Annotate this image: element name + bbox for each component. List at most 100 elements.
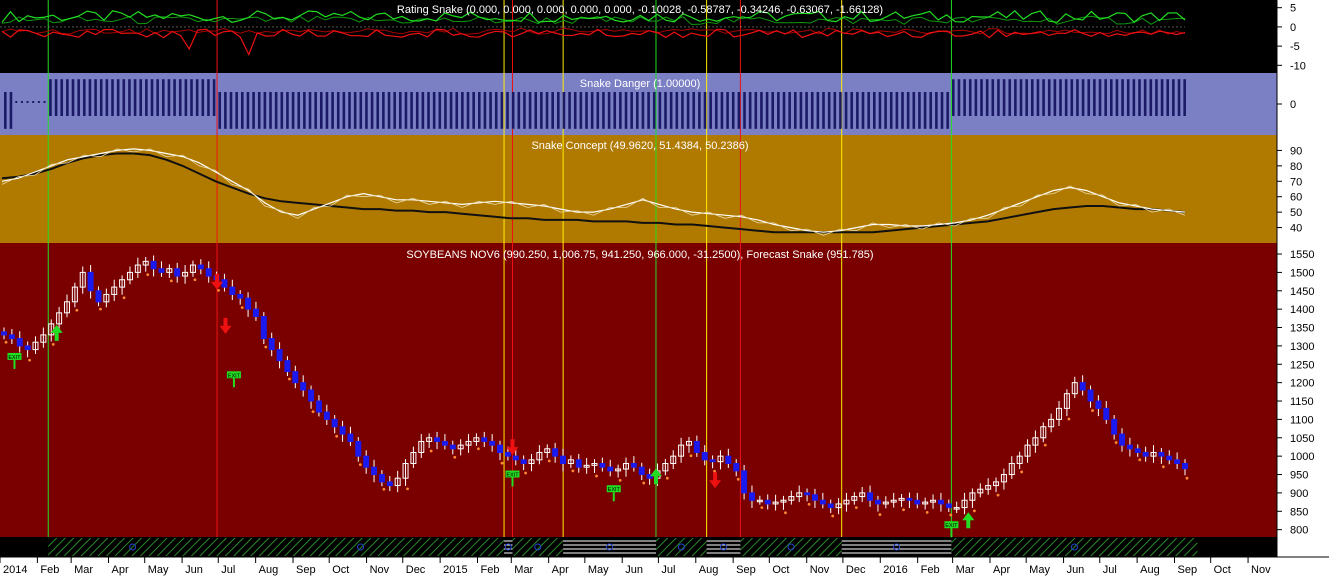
danger-bar-down — [906, 92, 910, 129]
danger-bar-up — [162, 79, 165, 116]
price-candle — [906, 497, 913, 501]
danger-bar-down — [9, 92, 13, 129]
price-title: SOYBEANS NOV6 (990.250, 1,006.75, 941.25… — [406, 249, 873, 261]
danger-bar-up — [66, 79, 69, 116]
danger-bar-down — [805, 92, 808, 129]
danger-bar-down — [895, 92, 899, 129]
danger-bar-down — [607, 92, 611, 129]
danger-bar-up — [77, 79, 80, 116]
axis-tick-label: 0 — [1290, 99, 1296, 111]
price-candle — [441, 440, 448, 446]
danger-bar-down — [404, 92, 408, 129]
price-candle — [733, 463, 740, 472]
danger-bar-down — [585, 92, 588, 129]
forecast-dot — [854, 506, 858, 509]
forecast-dot — [382, 487, 386, 491]
danger-bar-down — [647, 92, 650, 129]
danger-bar-down — [867, 92, 870, 129]
time-tick-label: Feb — [40, 564, 59, 576]
axis-tick-label: 1150 — [1290, 396, 1314, 408]
forecast-dot — [335, 434, 339, 438]
danger-bar-down — [641, 92, 645, 129]
axis-tick-label: 850 — [1290, 506, 1308, 518]
danger-bar-down — [494, 92, 498, 129]
forecast-dot — [169, 279, 173, 283]
danger-bar-down — [269, 92, 272, 129]
price-candle — [245, 297, 252, 310]
price-candle — [725, 455, 732, 464]
forecast-dot — [689, 454, 693, 458]
time-tick-label: Nov — [1251, 564, 1271, 576]
price-candle — [709, 459, 716, 463]
forecast-dot — [713, 469, 716, 473]
price-candle — [1, 331, 7, 336]
axis-tick-label: 70 — [1290, 176, 1302, 188]
price-candle — [504, 451, 511, 457]
price-candle — [371, 466, 378, 476]
danger-bar-down — [432, 92, 436, 129]
time-tick-label: Dec — [846, 564, 866, 576]
forecast-dot — [665, 476, 669, 480]
forecast-dot — [4, 340, 8, 344]
danger-bar-up — [1126, 79, 1130, 116]
danger-bar-down — [511, 92, 515, 129]
danger-bar-up — [201, 79, 205, 116]
axis-tick-label: 5 — [1290, 3, 1296, 15]
time-tick-label: Jul — [221, 564, 235, 576]
price-candle — [1126, 444, 1133, 450]
time-tick-label: 2015 — [443, 564, 467, 576]
danger-bar-up — [122, 79, 126, 116]
danger-bar-down — [534, 92, 538, 129]
danger-bar-down — [856, 92, 859, 129]
danger-bar-down — [370, 92, 374, 129]
price-candle — [16, 338, 23, 347]
danger-bar-up — [1047, 79, 1051, 116]
danger-bar-down — [884, 92, 887, 129]
axis-tick-label: 950 — [1290, 470, 1308, 482]
price-candle — [937, 499, 944, 505]
time-tick-label: Aug — [1140, 564, 1160, 576]
danger-bar-down — [619, 92, 622, 129]
danger-bar-down — [748, 92, 752, 129]
price-candle — [292, 371, 299, 384]
danger-bar-down — [929, 92, 933, 129]
price-candle — [268, 338, 275, 351]
price-candle — [827, 503, 834, 509]
danger-bar-down — [336, 92, 340, 129]
price-candle — [748, 492, 755, 501]
danger-bar-down — [325, 92, 329, 129]
danger-bar-down — [348, 92, 351, 129]
danger-bar-down — [246, 92, 250, 129]
time-tick-label: Aug — [259, 564, 279, 576]
danger-bar-down — [754, 92, 758, 129]
danger-bar-down — [624, 92, 628, 129]
price-candle — [1119, 433, 1126, 446]
danger-bar-up — [116, 79, 120, 116]
danger-bar-down — [280, 92, 284, 129]
danger-bar-down — [241, 92, 244, 129]
danger-bar-down — [483, 92, 487, 129]
danger-bar-up — [1036, 79, 1040, 116]
danger-bar-down — [630, 92, 633, 129]
price-candle — [378, 474, 385, 483]
axis-tick-label: 1400 — [1290, 304, 1314, 316]
axis-tick-label: 1350 — [1290, 323, 1314, 335]
price-candle — [1174, 459, 1181, 465]
forecast-dot — [949, 513, 953, 517]
price-candle — [221, 279, 228, 288]
danger-bar-down — [816, 92, 820, 129]
danger-bar-down — [839, 92, 842, 129]
axis-tick-label: 40 — [1290, 223, 1302, 235]
danger-dot — [20, 101, 23, 103]
danger-dot — [43, 101, 46, 103]
danger-bar-down — [850, 92, 854, 129]
forecast-dot — [406, 487, 409, 491]
price-candle — [197, 264, 204, 270]
danger-bar-down — [918, 92, 921, 129]
danger-bar-up — [167, 79, 171, 116]
danger-bar-down — [698, 92, 701, 129]
danger-bar-down — [359, 92, 363, 129]
danger-bar-up — [1160, 79, 1164, 116]
danger-bar-down — [889, 92, 893, 129]
danger-bar-up — [1115, 79, 1119, 116]
